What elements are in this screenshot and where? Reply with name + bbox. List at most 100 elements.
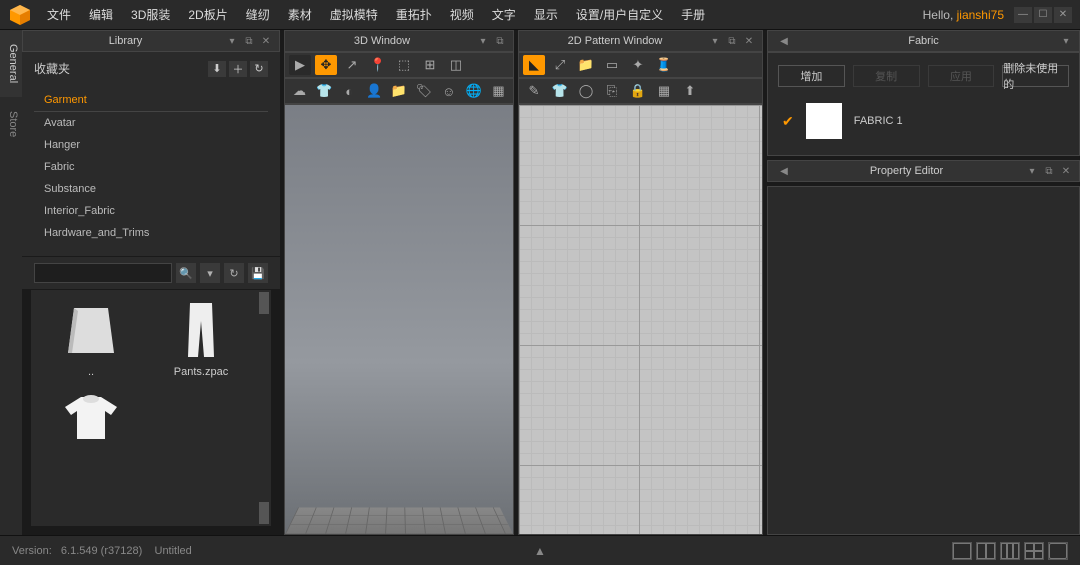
menu-settings[interactable]: 设置/用户自定义 (576, 6, 663, 23)
property-close-icon[interactable]: ✕ (1059, 164, 1073, 178)
asset-tshirt[interactable] (41, 388, 141, 454)
tool3d-select[interactable]: ✥ (315, 55, 337, 75)
tool3d-face[interactable]: ☺ (438, 81, 459, 101)
tool2d-folder[interactable]: 📁 (575, 55, 597, 75)
menu-retopology[interactable]: 重拓扑 (396, 6, 432, 23)
library-sort-dropdown[interactable]: ▾ (200, 263, 220, 283)
tree-item-hanger[interactable]: Hanger (34, 134, 268, 156)
fabric-add-button[interactable]: 增加 (778, 65, 845, 87)
fabric-item-name: FABRIC 1 (854, 115, 903, 127)
menu-manual[interactable]: 手册 (681, 6, 705, 23)
tool2d-copy[interactable]: ⎘ (601, 81, 623, 101)
tree-item-substance[interactable]: Substance (34, 178, 268, 200)
library-search-icon[interactable]: 🔍 (176, 263, 196, 283)
library-scrollbar[interactable] (259, 292, 269, 524)
library-dropdown-icon[interactable]: ▾ (225, 34, 239, 48)
property-collapse-icon[interactable]: ◀ (777, 164, 791, 178)
menu-avatar[interactable]: 虚拟模特 (330, 6, 378, 23)
tree-item-avatar[interactable]: Avatar (34, 112, 268, 134)
library-save-icon[interactable]: 💾 (248, 263, 268, 283)
tool2d-lock[interactable]: 🔒 (627, 81, 649, 101)
tool2d-grid[interactable]: ▦ (653, 81, 675, 101)
tool3d-avatar[interactable]: 👤 (364, 81, 385, 101)
window-close-button[interactable]: ✕ (1054, 7, 1072, 23)
window2d-close-icon[interactable]: ✕ (742, 34, 756, 48)
tool2d-shirt[interactable]: 👕 (549, 81, 571, 101)
menu-materials[interactable]: 素材 (288, 6, 312, 23)
layout-split-v[interactable] (976, 542, 996, 560)
menu-sewing[interactable]: 缝纫 (246, 6, 270, 23)
tool3d-globe[interactable]: 🌐 (463, 81, 484, 101)
tree-item-fabric[interactable]: Fabric (34, 156, 268, 178)
menu-display[interactable]: 显示 (534, 6, 558, 23)
vtab-general[interactable]: General (0, 30, 22, 97)
menu-text[interactable]: 文字 (492, 6, 516, 23)
property-dropdown-icon[interactable]: ▾ (1025, 164, 1039, 178)
property-popout-icon[interactable]: ⧉ (1042, 164, 1056, 178)
menu-2d-pattern[interactable]: 2D板片 (188, 6, 227, 23)
window-minimize-button[interactable]: — (1014, 7, 1032, 23)
tool3d-style[interactable]: ◐ (339, 81, 360, 101)
fabric-copy-button[interactable]: 复制 (853, 65, 920, 87)
library-reload-icon[interactable]: ↻ (224, 263, 244, 283)
window2d-popout-icon[interactable]: ⧉ (725, 34, 739, 48)
menu-edit[interactable]: 编辑 (89, 6, 113, 23)
property-title: Property Editor (791, 165, 1022, 177)
asset-parent-folder[interactable]: .. (41, 300, 141, 378)
window-maximize-button[interactable]: ☐ (1034, 7, 1052, 23)
menu-file[interactable]: 文件 (47, 6, 71, 23)
layout-split-3[interactable] (1000, 542, 1020, 560)
fabric-list-item[interactable]: ✔ FABRIC 1 (774, 93, 1073, 149)
window3d-dropdown-icon[interactable]: ▾ (476, 34, 490, 48)
favorites-add-icon[interactable]: ＋ (229, 61, 247, 77)
menu-3d-garment[interactable]: 3D服装 (131, 6, 170, 23)
tool3d-pin[interactable]: 📍 (367, 55, 389, 75)
tool2d-pen[interactable]: ✎ (523, 81, 545, 101)
tool3d-simulate[interactable]: ▶ (289, 55, 311, 75)
tool2d-trace[interactable]: ✦ (627, 55, 649, 75)
viewport-2d[interactable] (518, 104, 763, 535)
tool2d-rect[interactable]: ▭ (601, 55, 623, 75)
layout-grid[interactable] (1024, 542, 1044, 560)
tool2d-upload[interactable]: ⬆ (679, 81, 701, 101)
tree-item-interior-fabric[interactable]: Interior_Fabric (34, 200, 268, 222)
tree-item-hardware-trims[interactable]: Hardware_and_Trims (34, 222, 268, 244)
tool3d-garment[interactable]: 👕 (314, 81, 335, 101)
hello-prefix: Hello, (923, 8, 957, 22)
fabric-dropdown-icon[interactable]: ▾ (1059, 34, 1073, 48)
window2d-dropdown-icon[interactable]: ▾ (708, 34, 722, 48)
tool3d-arrange[interactable]: ↗ (341, 55, 363, 75)
layout-single[interactable] (952, 542, 972, 560)
viewport-3d[interactable] (284, 104, 514, 535)
tool3d-folder[interactable]: 📁 (389, 81, 410, 101)
tool2d-transform[interactable]: ⤢ (549, 55, 571, 75)
tool3d-tag[interactable]: 🏷 (413, 81, 434, 101)
window2d-toolbar-top: ◣ ⤢ 📁 ▭ ✦ 🧵 (518, 52, 763, 78)
viewport-3d-floor (285, 507, 513, 534)
tool3d-grid[interactable]: ▦ (488, 81, 509, 101)
favorites-label: 收藏夹 (34, 60, 70, 77)
vtab-store[interactable]: Store (0, 97, 22, 151)
fabric-apply-button[interactable]: 应用 (928, 65, 995, 87)
library-popout-icon[interactable]: ⧉ (242, 34, 256, 48)
tool3d-lasso[interactable]: ◫ (445, 55, 467, 75)
favorites-refresh-icon[interactable]: ↻ (250, 61, 268, 77)
tool3d-view1[interactable]: ☁ (289, 81, 310, 101)
fabric-remove-unused-button[interactable]: 删除未使用的 (1002, 65, 1069, 87)
library-close-icon[interactable]: ✕ (259, 34, 273, 48)
menu-video[interactable]: 视频 (450, 6, 474, 23)
window3d-popout-icon[interactable]: ⧉ (493, 34, 507, 48)
statusbar-expand-icon[interactable]: ▲ (534, 544, 546, 558)
fabric-collapse-icon[interactable]: ◀ (777, 34, 791, 48)
library-search-input[interactable] (34, 263, 172, 283)
favorites-download-icon[interactable]: ⬇ (208, 61, 226, 77)
tool2d-edit[interactable]: ◣ (523, 55, 545, 75)
tool3d-gizmo[interactable]: ⊞ (419, 55, 441, 75)
asset-pants[interactable]: Pants.zpac (151, 300, 251, 378)
tool3d-move[interactable]: ⬚ (393, 55, 415, 75)
tool2d-sewing[interactable]: 🧵 (653, 55, 675, 75)
layout-reset[interactable] (1048, 542, 1068, 560)
tool2d-circle[interactable]: ◯ (575, 81, 597, 101)
status-version: Version: 6.1.549 (r37128) Untitled (12, 545, 192, 557)
tree-item-garment[interactable]: Garment (34, 89, 268, 112)
